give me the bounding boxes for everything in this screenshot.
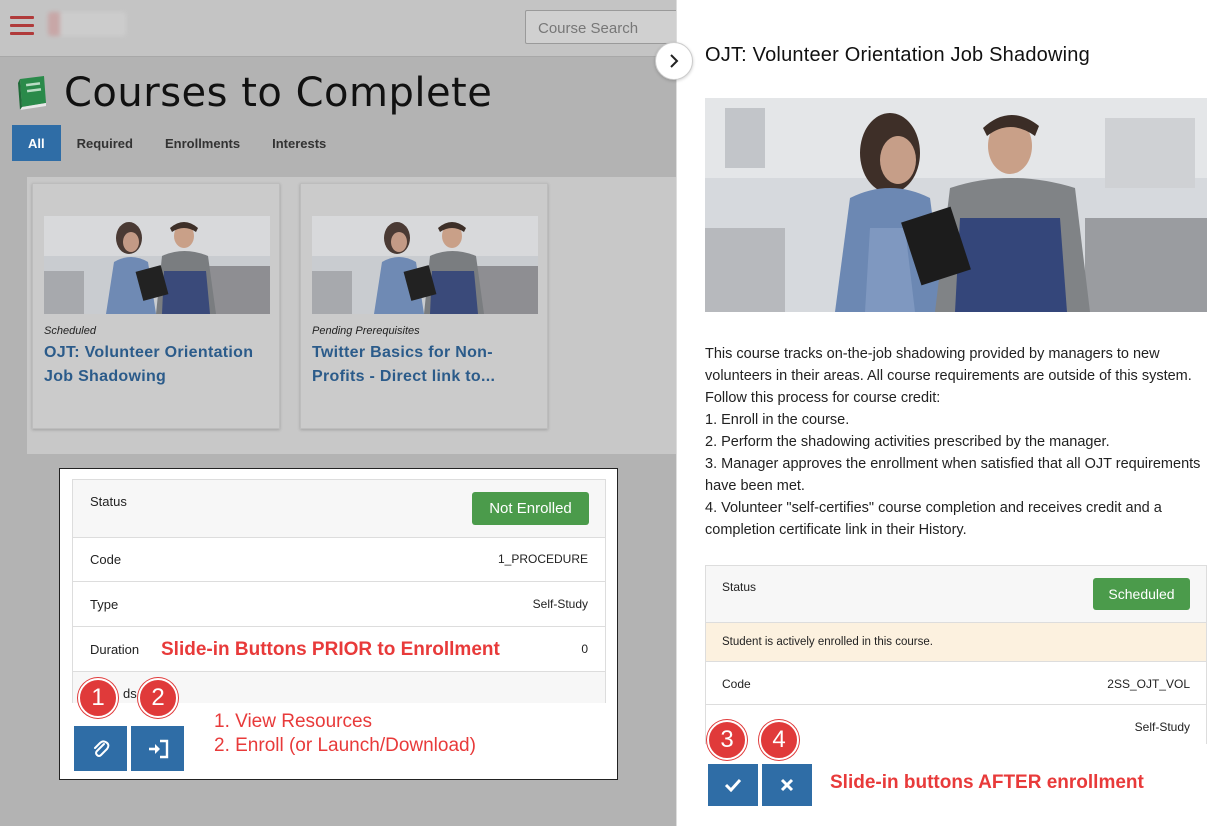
logo (48, 12, 126, 36)
warning-text: Student is actively enrolled in this cou… (722, 636, 933, 648)
course-search-input[interactable]: Course Search (525, 10, 685, 44)
callout-number-4: 4 (759, 720, 799, 760)
status-label: Status (722, 580, 757, 594)
tab-enrollments[interactable]: Enrollments (149, 125, 256, 161)
code-label: Code (90, 552, 122, 567)
enrollment-warning: Student is actively enrolled in this cou… (706, 623, 1206, 662)
code-row: Code 1_PROCEDURE (73, 538, 605, 582)
enroll-button[interactable] (131, 726, 184, 771)
type-label: Type (90, 597, 119, 612)
course-slide-in-panel: OJT: Volunteer Orientation Job Shadowing… (676, 0, 1229, 826)
description-intro: This course tracks on-the-job shadowing … (705, 346, 1192, 406)
description-step-2: 2. Perform the shadowing activities pres… (705, 434, 1110, 450)
card-title-link[interactable]: Twitter Basics for Non-Profits - Direct … (312, 341, 540, 389)
after-annotation: Slide-in buttons AFTER enrollment (830, 772, 1144, 793)
sign-in-icon (148, 739, 168, 758)
callout-number-1: 1 (78, 678, 118, 718)
code-row: Code 2SS_OJT_VOL (706, 662, 1206, 705)
page-title: Courses to Complete (12, 70, 492, 116)
course-cards-area: Scheduled OJT: Volunteer Orientation Job… (27, 177, 676, 454)
status-badge: Not Enrolled (472, 492, 589, 525)
callout-number-2: 2 (138, 678, 178, 718)
type-row: Type Self-Study (73, 582, 605, 627)
credits-label: ds (123, 686, 137, 701)
course-description: This course tracks on-the-job shadowing … (705, 343, 1210, 541)
withdraw-button[interactable] (762, 764, 812, 806)
tab-all[interactable]: All (12, 125, 61, 161)
collapse-panel-button[interactable] (655, 42, 693, 80)
view-resources-button[interactable] (74, 726, 127, 771)
description-step-4: 4. Volunteer "self-certifies" course com… (705, 500, 1162, 538)
description-step-1: 1. Enroll in the course. (705, 412, 850, 428)
course-card[interactable]: Pending Prerequisites Twitter Basics for… (300, 183, 548, 429)
status-row: Status Not Enrolled (73, 480, 605, 538)
top-bar: Course Search (0, 0, 685, 57)
card-status: Pending Prerequisites (312, 325, 420, 337)
close-icon (780, 778, 794, 792)
chevron-right-icon (670, 54, 679, 68)
card-title-link[interactable]: OJT: Volunteer Orientation Job Shadowing (44, 341, 272, 389)
legend-view-resources: 1. View Resources (214, 711, 373, 732)
course-thumbnail (312, 216, 538, 314)
filter-tabs: All Required Enrollments Interests (12, 125, 342, 161)
book-icon (18, 76, 46, 110)
status-row: Status Scheduled (706, 566, 1206, 623)
code-label: Code (722, 677, 751, 691)
status-badge: Scheduled (1093, 578, 1190, 610)
page-heading: Courses to Complete (64, 70, 493, 116)
prior-enrollment-callout: Status Not Enrolled Code 1_PROCEDURE Typ… (59, 468, 618, 780)
duration-value: 0 (581, 642, 588, 656)
course-card[interactable]: Scheduled OJT: Volunteer Orientation Job… (32, 183, 280, 429)
type-value: Self-Study (532, 597, 588, 611)
checkmark-icon (724, 778, 742, 792)
callout-number-3: 3 (707, 720, 747, 760)
legend-enroll: 2. Enroll (or Launch/Download) (214, 735, 476, 756)
course-thumbnail (44, 216, 270, 314)
enrolled-details-table: Status Scheduled Student is actively enr… (705, 565, 1207, 746)
hamburger-menu-icon[interactable] (10, 16, 34, 36)
duration-label: Duration (90, 642, 140, 657)
code-value: 2SS_OJT_VOL (1107, 677, 1190, 691)
paperclip-icon (93, 739, 109, 757)
tab-required[interactable]: Required (61, 125, 149, 161)
panel-title: OJT: Volunteer Orientation Job Shadowing (705, 44, 1090, 66)
after-button-bar: Slide-in buttons AFTER enrollment (677, 744, 1229, 826)
description-step-3: 3. Manager approves the enrollment when … (705, 456, 1201, 494)
status-label: Status (90, 494, 127, 509)
prior-annotation: Slide-in Buttons PRIOR to Enrollment (161, 639, 500, 660)
course-hero-image (705, 98, 1207, 312)
complete-button[interactable] (708, 764, 758, 806)
tab-interests[interactable]: Interests (256, 125, 342, 161)
type-value: Self-Study (1134, 720, 1190, 734)
card-status: Scheduled (44, 325, 96, 337)
code-value: 1_PROCEDURE (497, 552, 588, 566)
